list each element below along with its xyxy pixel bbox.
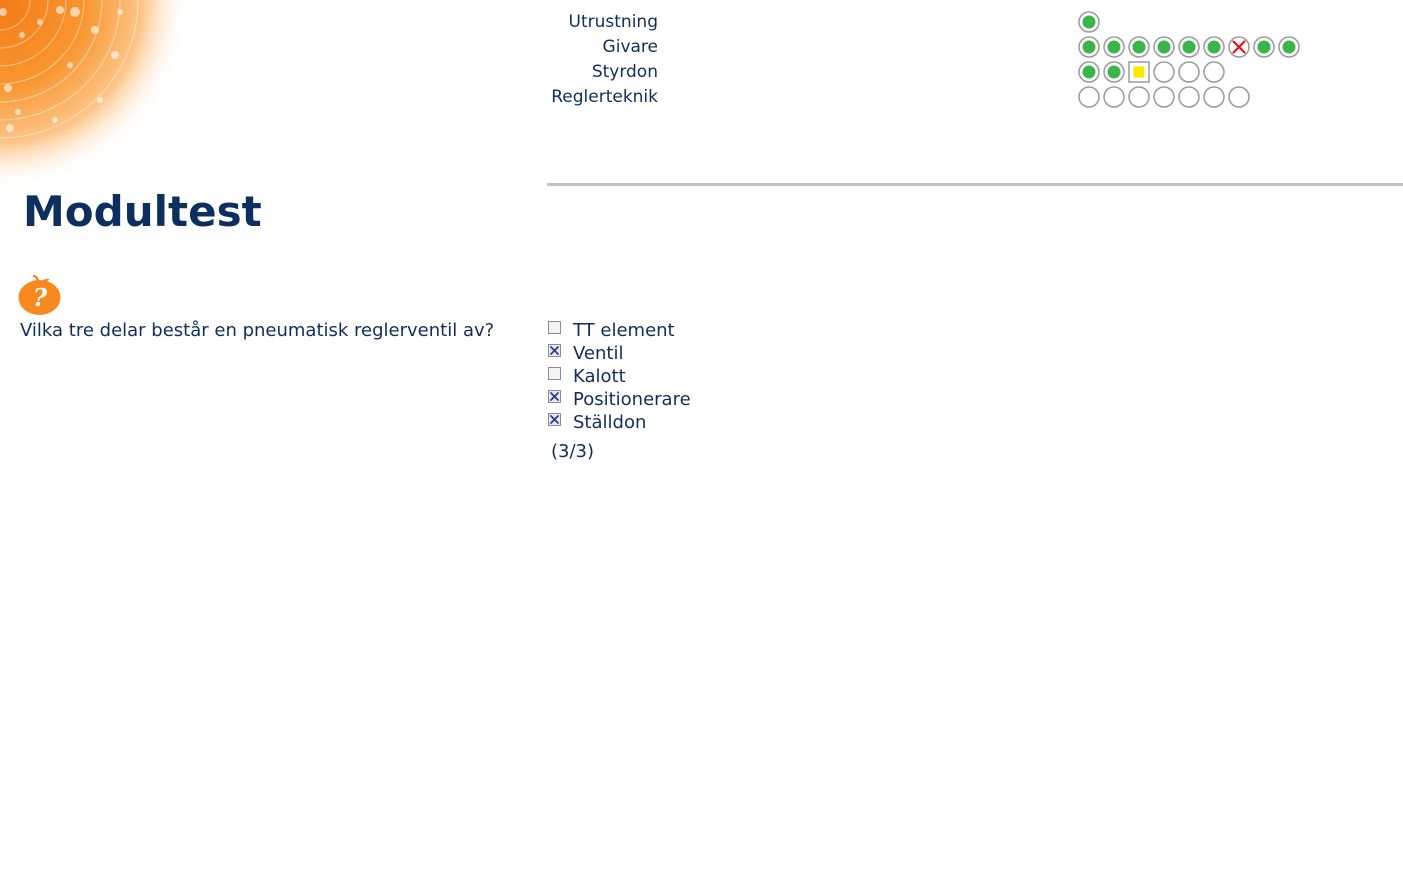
sun-logo-decoration bbox=[0, 0, 190, 190]
answer-option-label: TT element bbox=[573, 320, 675, 341]
progress-dot-ok[interactable] bbox=[1078, 36, 1100, 58]
progress-dot-ok[interactable] bbox=[1103, 61, 1125, 83]
progress-dot-ok[interactable] bbox=[1278, 36, 1300, 58]
progress-dot-empty[interactable] bbox=[1128, 86, 1150, 108]
answer-option-label: Kalott bbox=[573, 366, 626, 387]
progress-dot-ok[interactable] bbox=[1103, 36, 1125, 58]
progress-dot-empty[interactable] bbox=[1178, 86, 1200, 108]
progress-row-label: Styrdon bbox=[591, 62, 658, 82]
progress-row-label: Givare bbox=[602, 37, 658, 57]
checkbox-checked[interactable] bbox=[548, 413, 561, 426]
progress-dot-empty[interactable] bbox=[1203, 86, 1225, 108]
progress-dot-empty[interactable] bbox=[1178, 61, 1200, 83]
progress-dot-ok[interactable] bbox=[1078, 61, 1100, 83]
checkbox-checked[interactable] bbox=[548, 344, 561, 357]
progress-dot-ok[interactable] bbox=[1253, 36, 1275, 58]
checkbox-unchecked[interactable] bbox=[548, 321, 561, 334]
progress-dot-ok[interactable] bbox=[1203, 36, 1225, 58]
page: Utrustning Givare Styrdon Reglerteknik Modu… bbox=[0, 0, 1403, 882]
progress-row-label: Reglerteknik bbox=[551, 87, 658, 107]
answer-option-label: Ställdon bbox=[573, 412, 647, 433]
progress-row-label: Utrustning bbox=[568, 12, 658, 32]
progress-dot-ok[interactable] bbox=[1178, 36, 1200, 58]
progress-dot-wrong[interactable] bbox=[1228, 36, 1250, 58]
progress-dot-empty[interactable] bbox=[1078, 86, 1100, 108]
svg-text:?: ? bbox=[33, 283, 48, 312]
progress-dot-ok[interactable] bbox=[1128, 36, 1150, 58]
answer-option-label: Positionerare bbox=[573, 389, 691, 410]
progress-dot-empty[interactable] bbox=[1153, 86, 1175, 108]
checkbox-unchecked[interactable] bbox=[548, 367, 561, 380]
progress-dot-ok[interactable] bbox=[1078, 11, 1100, 33]
progress-dot-empty[interactable] bbox=[1103, 86, 1125, 108]
question-apple-icon[interactable]: ? bbox=[17, 275, 63, 317]
divider bbox=[547, 183, 1403, 186]
progress-dot-empty[interactable] bbox=[1203, 61, 1225, 83]
checkbox-checked[interactable] bbox=[548, 390, 561, 403]
score-label: (3/3) bbox=[551, 441, 595, 462]
progress-dot-current[interactable] bbox=[1128, 61, 1150, 83]
answer-option-label: Ventil bbox=[573, 343, 624, 364]
progress-dot-empty[interactable] bbox=[1228, 86, 1250, 108]
progress-dot-ok[interactable] bbox=[1153, 36, 1175, 58]
progress-dot-empty[interactable] bbox=[1153, 61, 1175, 83]
page-title: Modultest bbox=[23, 187, 262, 236]
question-text: Vilka tre delar består en pneumatisk reg… bbox=[20, 320, 495, 341]
